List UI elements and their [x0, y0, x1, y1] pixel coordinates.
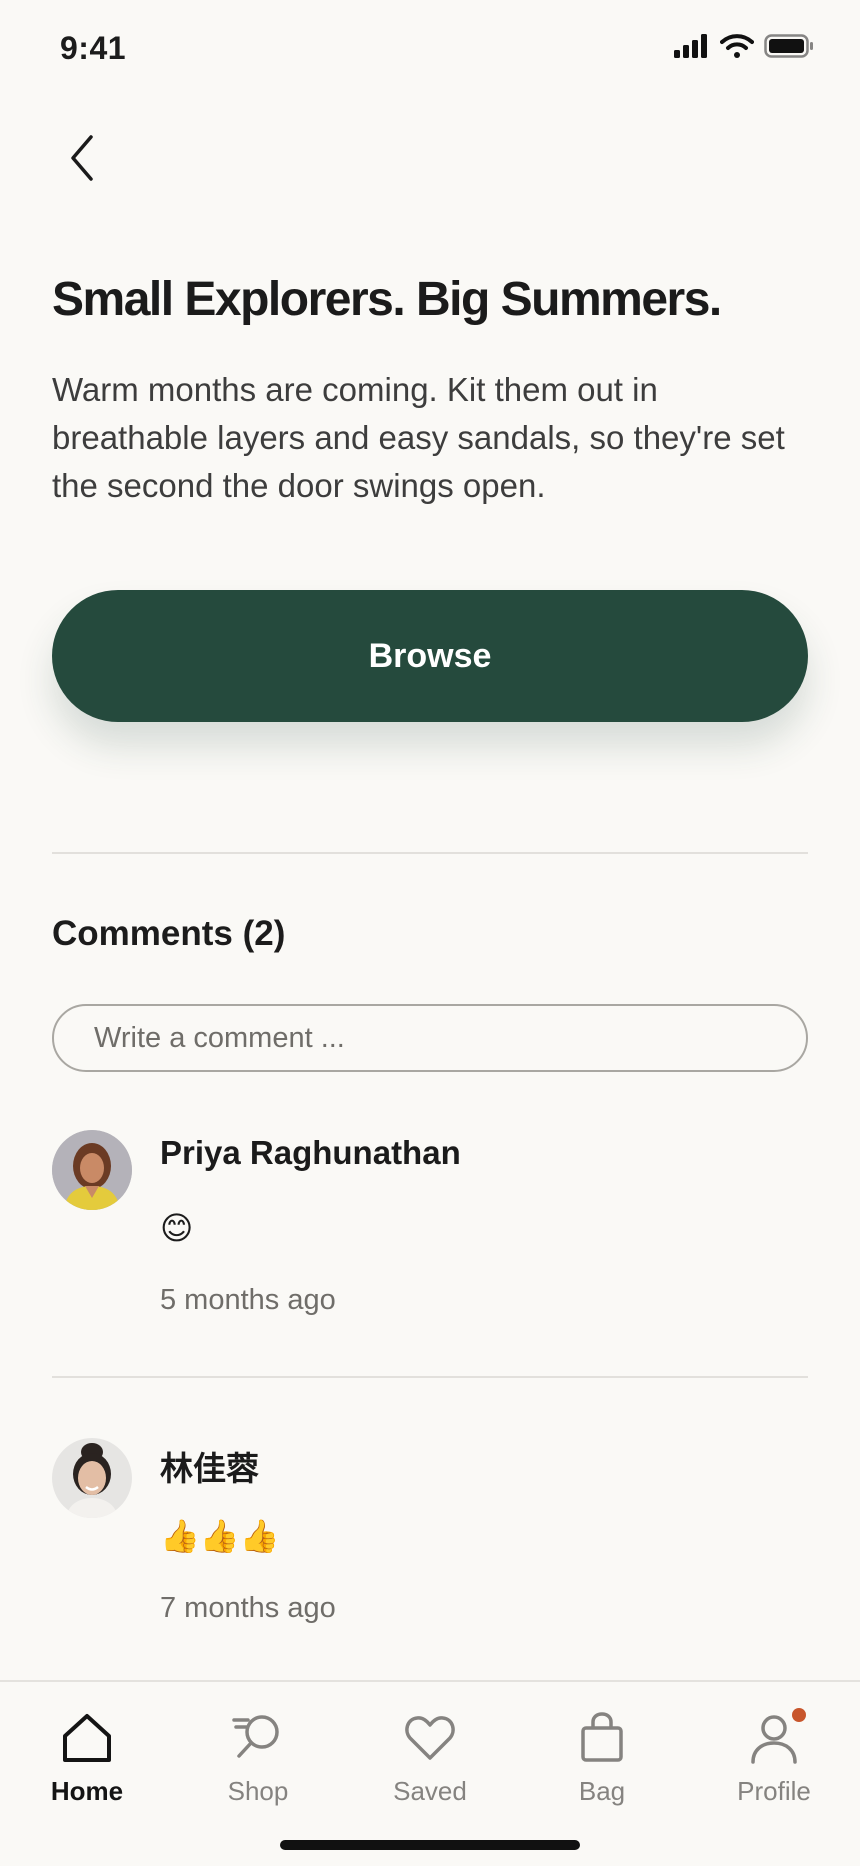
status-bar: 9:41: [0, 0, 860, 100]
avatar[interactable]: [52, 1438, 132, 1518]
heart-icon: [402, 1710, 458, 1766]
comment-body: 😊: [160, 1210, 194, 1246]
tab-bag[interactable]: Bag: [527, 1710, 677, 1830]
tab-label: Home: [50, 1776, 124, 1806]
signal-icon: [674, 34, 707, 58]
profile-icon: [746, 1708, 806, 1766]
tab-home[interactable]: Home: [12, 1710, 162, 1830]
avatar[interactable]: [52, 1130, 132, 1210]
section-divider: [52, 852, 808, 854]
page-title: Small Explorers. Big Summers.: [52, 273, 722, 326]
user-photo-icon: [52, 1130, 132, 1210]
tab-profile[interactable]: Profile: [699, 1708, 849, 1830]
comment-timestamp: 7 months ago: [160, 1592, 336, 1624]
chevron-left-icon: [71, 135, 93, 181]
tab-label: Saved: [393, 1776, 467, 1806]
browse-button-label: Browse: [368, 636, 492, 675]
comment-input[interactable]: [52, 1004, 808, 1072]
comment-item: Priya Raghunathan 😊 5 months ago: [52, 1130, 808, 1330]
tab-saved[interactable]: Saved: [355, 1710, 505, 1830]
home-icon: [59, 1710, 115, 1766]
article-description: Warm months are coming. Kit them out in …: [52, 371, 785, 504]
search-icon: [230, 1710, 286, 1766]
wifi-icon: [720, 34, 754, 58]
status-time: 9:41: [60, 30, 127, 66]
status-icons: [674, 34, 814, 58]
browse-button[interactable]: Browse: [52, 590, 808, 722]
tab-label: Bag: [578, 1776, 626, 1806]
notification-badge: [792, 1708, 806, 1722]
tab-label: Profile: [737, 1776, 811, 1806]
tab-shop[interactable]: Shop: [183, 1710, 333, 1830]
comment-item: 林佳蓉 👍👍👍 7 months ago: [52, 1438, 808, 1638]
user-photo-icon: [52, 1438, 132, 1518]
back-button[interactable]: [52, 128, 112, 188]
comment-body: 👍👍👍: [160, 1518, 280, 1554]
comment-timestamp: 5 months ago: [160, 1284, 336, 1316]
bag-icon: [574, 1710, 630, 1766]
comments-heading: Comments (2): [52, 914, 286, 953]
tab-label: Shop: [227, 1776, 289, 1806]
battery-icon: [764, 34, 813, 58]
home-indicator[interactable]: [280, 1840, 580, 1850]
tab-bar: Home Shop Saved Bag Profile: [0, 1680, 860, 1866]
comment-divider: [52, 1376, 808, 1378]
comment-author[interactable]: 林佳蓉: [160, 1442, 259, 1490]
comment-author[interactable]: Priya Raghunathan: [160, 1134, 461, 1172]
